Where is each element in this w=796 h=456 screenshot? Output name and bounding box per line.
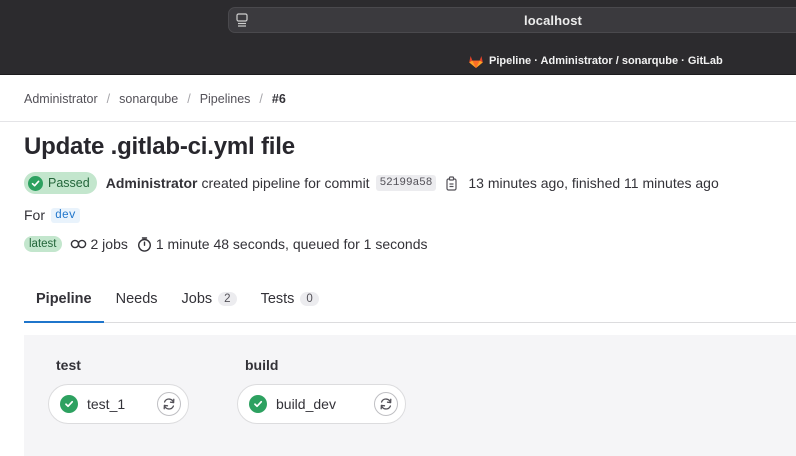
pipeline-jobs-icon — [70, 239, 86, 249]
duration-text: 1 minute 48 seconds, queued for 1 second… — [155, 236, 428, 252]
job-name[interactable]: build_dev — [276, 396, 374, 412]
pipeline-tabs: Pipeline Needs Jobs 2 Tests 0 — [24, 276, 796, 323]
tab-jobs[interactable]: Jobs 2 — [170, 276, 249, 322]
divider — [0, 121, 796, 122]
breadcrumb-item[interactable]: Administrator — [24, 92, 98, 106]
browser-chrome: localhost Pipeline · Administrator / son… — [0, 0, 796, 75]
retry-icon[interactable] — [157, 392, 181, 416]
status-success-icon — [28, 175, 43, 191]
stage-title: test — [56, 357, 81, 373]
action-text: created pipeline for commit — [201, 175, 370, 191]
tab-label: Tests — [260, 291, 295, 307]
stage-title: build — [245, 357, 279, 373]
author-link[interactable]: Administrator — [106, 175, 198, 191]
commit-sha[interactable]: 52199a58 — [375, 175, 437, 191]
branch-link[interactable]: dev — [51, 207, 80, 223]
job-success-icon — [249, 395, 267, 413]
address-url[interactable]: localhost — [229, 13, 796, 28]
status-badge[interactable]: Passed — [24, 172, 97, 194]
job-card[interactable]: build_dev — [237, 384, 406, 424]
tab-needs[interactable]: Needs — [104, 276, 170, 322]
tab-pipeline[interactable]: Pipeline — [24, 276, 104, 323]
job-name[interactable]: test_1 — [87, 396, 157, 412]
for-label: For — [24, 207, 45, 223]
latest-badge: latest — [24, 236, 62, 252]
breadcrumb-item[interactable]: sonarqube — [119, 92, 178, 106]
tab-label: Pipeline — [36, 290, 92, 307]
branch-row: For dev — [24, 206, 80, 224]
jobs-count: 2 jobs — [90, 236, 128, 252]
browser-tab[interactable]: Pipeline · Administrator / sonarqube · G… — [468, 52, 723, 70]
job-card[interactable]: test_1 — [48, 384, 189, 424]
retry-icon[interactable] — [374, 392, 398, 416]
page-title: Update .gitlab-ci.yml file — [24, 133, 295, 160]
breadcrumb-current[interactable]: #6 — [272, 92, 286, 106]
tab-label: Needs — [115, 291, 158, 307]
pipeline-graph: test test_1 build build_dev — [24, 335, 796, 456]
tab-tests[interactable]: Tests 0 — [249, 276, 331, 322]
tab-count-badge: 0 — [300, 292, 319, 306]
breadcrumb-separator: / — [187, 92, 191, 106]
gitlab-logo-icon — [469, 56, 483, 68]
tab-count-badge: 2 — [218, 292, 237, 306]
breadcrumb-item[interactable]: Pipelines — [200, 92, 251, 106]
tab-title: Pipeline · Administrator / sonarqube · G… — [489, 55, 723, 67]
clock-icon — [137, 236, 151, 252]
breadcrumb-separator: / — [259, 92, 263, 106]
breadcrumb-separator: / — [106, 92, 111, 106]
pipeline-info: latest 2 jobs 1 minute 48 seconds, queue… — [24, 235, 428, 253]
address-bar[interactable]: localhost — [228, 7, 796, 33]
time-text: 13 minutes ago, finished 11 minutes ago — [468, 175, 719, 191]
status-label: Passed — [48, 176, 90, 190]
pipeline-meta: Passed Administrator created pipeline fo… — [24, 172, 719, 194]
breadcrumb: Administrator / sonarqube / Pipelines / … — [24, 90, 286, 108]
tab-label: Jobs — [181, 291, 213, 307]
job-success-icon — [60, 395, 78, 413]
copy-icon[interactable] — [446, 175, 460, 191]
